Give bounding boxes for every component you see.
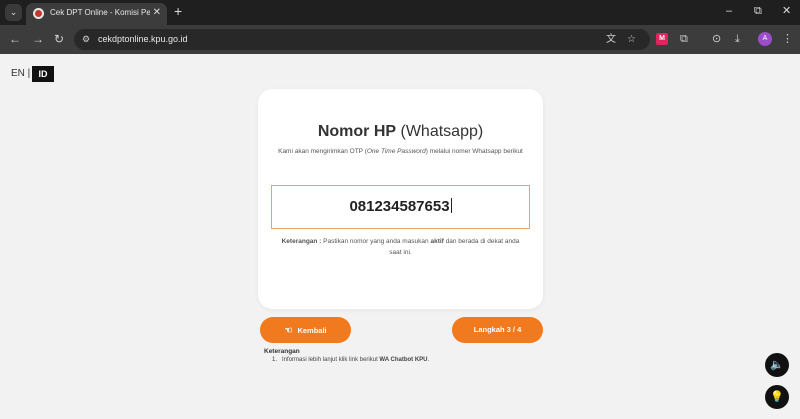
- url-text: cekdptonline.kpu.go.id: [98, 34, 188, 44]
- back-hand-icon: ☜: [284, 325, 293, 335]
- tab-title: Cek DPT Online - Komisi Pemili...: [50, 8, 150, 17]
- tab-search-button[interactable]: ⌄: [5, 4, 22, 21]
- extensions-puzzle-icon[interactable]: ⧉: [680, 32, 688, 46]
- info-list-item: 1. Informasi lebih lanjut klik link beri…: [272, 357, 430, 363]
- window-close-button[interactable]: ✕: [782, 4, 791, 18]
- back-button[interactable]: ☜ Kembali: [260, 317, 351, 343]
- extension-icon[interactable]: M: [656, 33, 668, 45]
- window-restore-button[interactable]: ⧉: [754, 4, 762, 18]
- card-description: Kami akan mengirimkan OTP (One Time Pass…: [278, 148, 523, 155]
- wa-chatbot-link[interactable]: WA Chatbot KPU: [379, 357, 427, 363]
- otp-phone-card: Nomor HP (Whatsapp) Kami akan mengirimka…: [258, 89, 543, 309]
- new-tab-button[interactable]: +: [174, 4, 182, 19]
- next-step-button[interactable]: Langkah 3 / 4: [452, 317, 543, 343]
- translate-icon[interactable]: 文: [606, 33, 616, 46]
- lang-en-link[interactable]: EN |: [11, 67, 30, 81]
- phone-note: Keterangan : Pastikan nomor yang anda ma…: [281, 238, 520, 256]
- phone-number-value: 081234587653: [349, 198, 452, 215]
- text-caret: [450, 198, 452, 213]
- phone-number-input[interactable]: 081234587653: [271, 185, 530, 229]
- browser-menu-icon[interactable]: ⋮: [782, 32, 793, 46]
- bookmark-star-icon[interactable]: ☆: [627, 33, 636, 46]
- lightbulb-icon[interactable]: 💡: [765, 385, 789, 409]
- download-icon[interactable]: ⤓: [735, 32, 740, 46]
- speaker-mute-icon[interactable]: 🔈: [765, 353, 789, 377]
- kpu-favicon-icon: [33, 8, 44, 19]
- tab-close-icon[interactable]: ✕: [153, 7, 161, 19]
- reload-icon[interactable]: ↻: [54, 32, 64, 46]
- chevron-down-icon: ⌄: [9, 7, 18, 17]
- lang-id-link[interactable]: ID: [32, 66, 54, 82]
- forward-arrow-icon[interactable]: →: [32, 32, 44, 46]
- tab-manager-icon[interactable]: ⊙: [712, 32, 721, 46]
- window-minimize-button[interactable]: –: [726, 4, 732, 18]
- browser-tabstrip: ⌄ Cek DPT Online - Komisi Pemili... ✕ + …: [0, 0, 800, 25]
- page-title: Nomor HP (Whatsapp): [317, 123, 484, 140]
- info-heading: Keterangan: [264, 348, 300, 355]
- profile-avatar[interactable]: A: [758, 32, 772, 46]
- browser-tab[interactable]: Cek DPT Online - Komisi Pemili... ✕: [26, 3, 167, 25]
- back-arrow-icon[interactable]: ←: [9, 32, 21, 46]
- address-bar[interactable]: ⚙ cekdptonline.kpu.go.id 文 ☆: [74, 29, 650, 50]
- site-settings-icon[interactable]: ⚙: [82, 34, 90, 45]
